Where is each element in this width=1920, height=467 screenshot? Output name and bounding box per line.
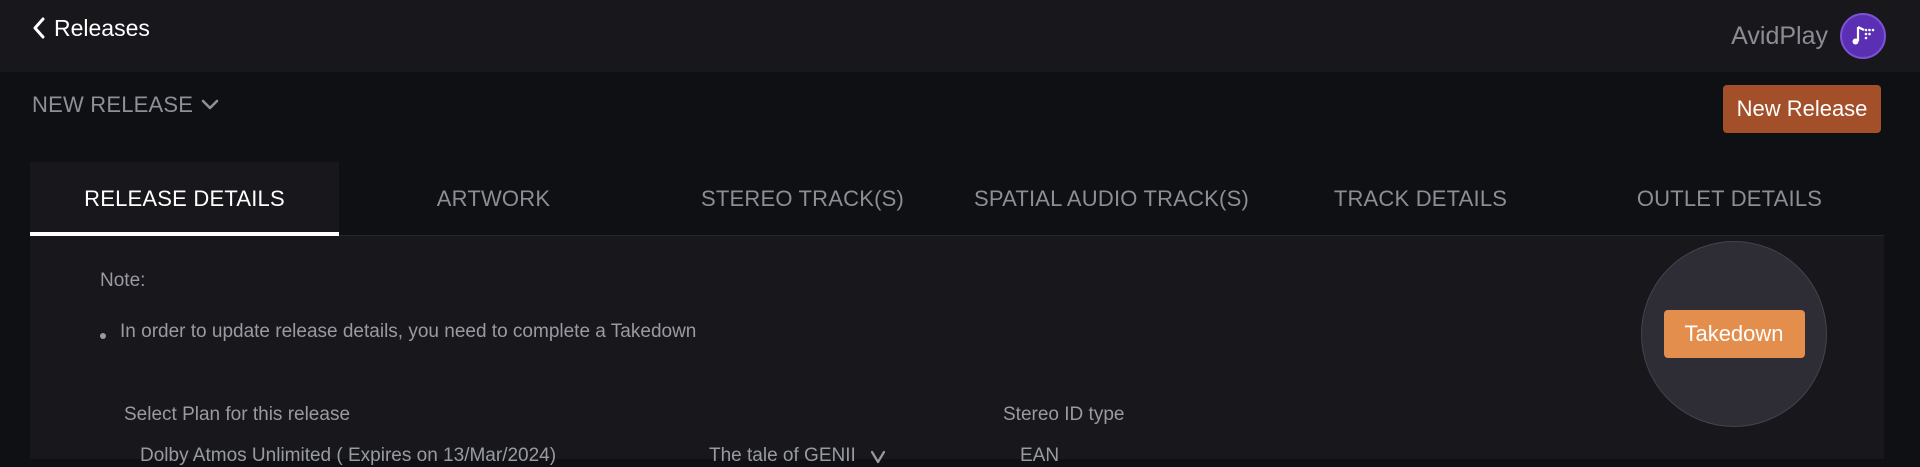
release-tabs: RELEASE DETAILS ARTWORK STEREO TRACK(S) … (30, 162, 1884, 236)
tab-artwork[interactable]: ARTWORK (339, 162, 648, 235)
stereo-id-value[interactable]: EAN (1020, 445, 1059, 467)
brand: AvidPlay (1731, 12, 1886, 60)
note-title: Note: (100, 270, 146, 291)
tab-outlet-details[interactable]: OUTLET DETAILS (1575, 162, 1884, 235)
brand-logo-icon[interactable] (1840, 13, 1886, 59)
takedown-highlight: Takedown (1641, 241, 1827, 427)
new-release-dropdown[interactable]: NEW RELEASE (32, 90, 219, 120)
note-item: In order to update release details, you … (100, 321, 696, 343)
tab-release-details[interactable]: RELEASE DETAILS (30, 162, 339, 236)
plan-release-name[interactable]: The tale of GENII (709, 445, 856, 467)
tab-spatial-audio-tracks[interactable]: SPATIAL AUDIO TRACK(S) (957, 162, 1266, 235)
tab-stereo-tracks[interactable]: STEREO TRACK(S) (648, 162, 957, 235)
tab-track-details[interactable]: TRACK DETAILS (1266, 162, 1575, 235)
chevron-down-icon (201, 99, 219, 110)
chevron-left-icon (33, 17, 45, 39)
chevron-down-icon[interactable] (870, 449, 886, 465)
stereo-id-label: Stereo ID type (1003, 404, 1125, 425)
top-bar: Releases AvidPlay (0, 0, 1920, 72)
new-release-button[interactable]: New Release (1723, 85, 1881, 133)
bullet-icon (100, 333, 106, 339)
note-text: In order to update release details, you … (120, 321, 697, 342)
release-details-panel: Note: In order to update release details… (30, 236, 1884, 466)
sub-header: NEW RELEASE New Release (0, 72, 1920, 160)
back-label: Releases (54, 14, 150, 41)
plan-select-value[interactable]: Dolby Atmos Unlimited ( Expires on 13/Ma… (140, 445, 556, 467)
takedown-button[interactable]: Takedown (1663, 310, 1805, 358)
music-note-icon (1852, 26, 1875, 45)
back-to-releases-link[interactable]: Releases (32, 12, 150, 44)
dropdown-label: NEW RELEASE (32, 92, 194, 117)
brand-name: AvidPlay (1731, 21, 1828, 50)
plan-label: Select Plan for this release (124, 404, 351, 425)
